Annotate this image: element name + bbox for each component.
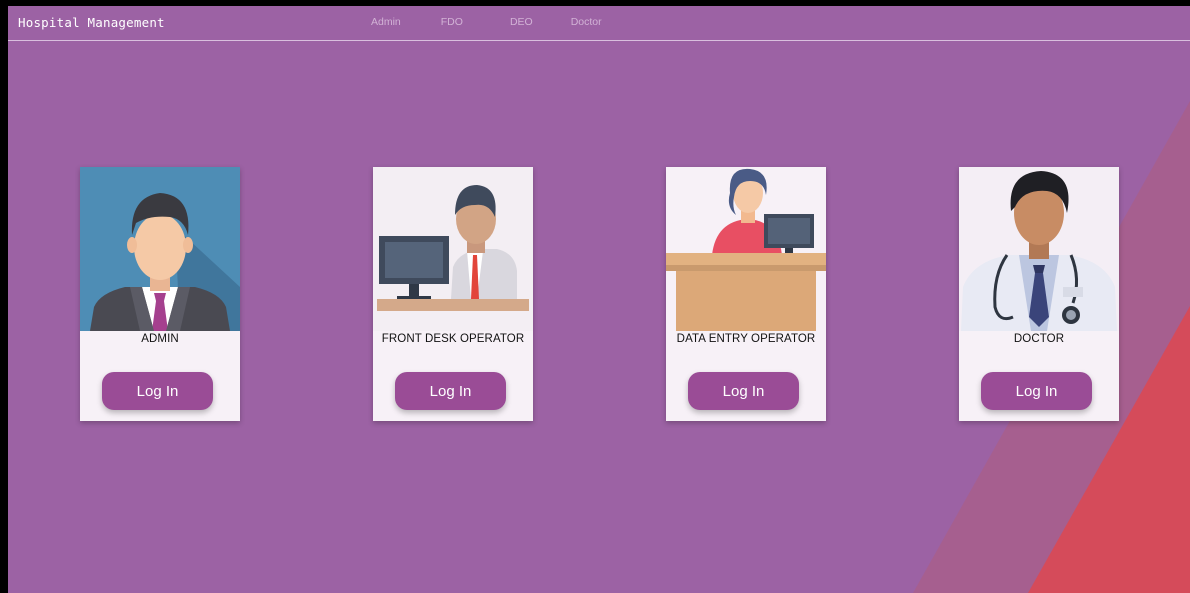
admin-login-button[interactable]: Log In <box>102 372 213 410</box>
nav-link-deo[interactable]: DEO <box>510 16 533 28</box>
doctor-login-button[interactable]: Log In <box>981 372 1092 410</box>
nav-link-admin[interactable]: Admin <box>371 16 401 28</box>
page-viewport: Hospital Management Admin FDO DEO Doctor <box>8 6 1190 593</box>
data-entry-operator-card: DATA ENTRY OPERATOR Log In <box>666 167 826 421</box>
card-title: FRONT DESK OPERATOR <box>381 333 525 345</box>
card-title: ADMIN <box>141 333 179 345</box>
doctor-avatar-icon <box>959 167 1119 331</box>
nav-links: Admin FDO DEO Doctor <box>371 16 642 28</box>
data-entry-operator-login-button[interactable]: Log In <box>688 372 799 410</box>
front-desk-operator-login-button[interactable]: Log In <box>395 372 506 410</box>
brand-title[interactable]: Hospital Management <box>18 15 165 30</box>
nav-link-doctor[interactable]: Doctor <box>571 16 602 28</box>
front-desk-operator-card: FRONT DESK OPERATOR Log In <box>373 167 533 421</box>
card-title: DOCTOR <box>1013 333 1065 345</box>
nav-link-fdo[interactable]: FDO <box>441 16 463 28</box>
front-desk-operator-icon <box>373 167 533 331</box>
doctor-card: DOCTOR Log In <box>959 167 1119 421</box>
card-title: DATA ENTRY OPERATOR <box>676 333 816 345</box>
top-navbar: Hospital Management Admin FDO DEO Doctor <box>8 6 1190 41</box>
data-entry-operator-icon <box>666 167 826 331</box>
admin-avatar-icon <box>80 167 240 331</box>
admin-card: ADMIN Log In <box>80 167 240 421</box>
